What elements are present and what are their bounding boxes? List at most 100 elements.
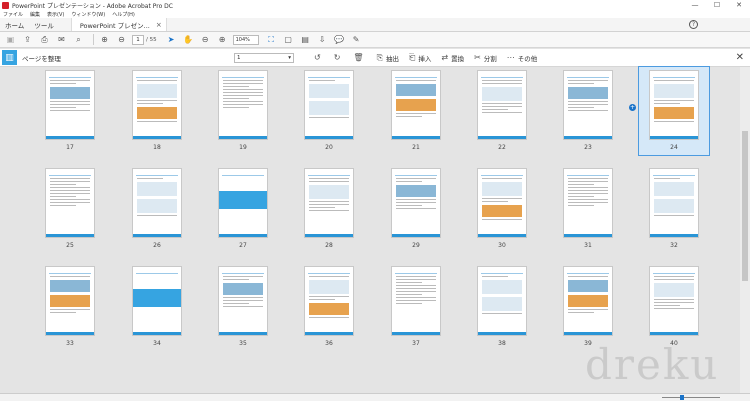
more-button[interactable]: ⋯ その他 [507, 53, 538, 63]
page-thumbnail[interactable] [391, 168, 441, 238]
zoom-out-icon[interactable]: ⊖ [199, 33, 212, 46]
rotate-left-icon: ↺ [314, 53, 321, 62]
chevron-down-icon: ▾ [288, 54, 291, 61]
highlight-icon[interactable]: ✎ [350, 33, 363, 46]
page-thumbnail[interactable] [218, 266, 268, 336]
slider-handle[interactable] [680, 395, 684, 400]
upload-icon[interactable]: ⇪ [21, 33, 34, 46]
replace-icon: ⇄ [441, 53, 449, 62]
hand-tool-icon[interactable]: ✋ [182, 33, 195, 46]
previous-page-icon[interactable]: ⊕ [98, 33, 111, 46]
page-thumbnail[interactable] [563, 168, 613, 238]
trash-icon: 🗑 [353, 53, 364, 62]
scissors-icon: ✂ [474, 53, 481, 62]
page-number-label: 32 [670, 242, 678, 249]
page-thumbnail[interactable] [563, 266, 613, 336]
page-thumbnail[interactable] [391, 266, 441, 336]
split-button[interactable]: ✂ 分割 [474, 53, 497, 63]
page-number-input[interactable]: 1 [132, 34, 144, 45]
help-icon[interactable]: ? [689, 20, 698, 29]
thumbnail-size-slider[interactable] [662, 397, 720, 398]
close-tab-icon[interactable]: × [156, 21, 162, 29]
page-thumbnail[interactable] [132, 266, 182, 336]
menu-view[interactable]: 表示(V) [47, 11, 64, 18]
extract-button[interactable]: ⎘ 抽出 [377, 53, 399, 63]
page-thumbnail[interactable] [132, 70, 182, 140]
tab-tools[interactable]: ツール [29, 18, 59, 31]
close-window-button[interactable]: ✕ [728, 0, 750, 10]
title-bar: PowerPoint プレゼンテーション - Adobe Acrobat Pro… [0, 0, 750, 10]
save-icon[interactable]: ▣ [4, 33, 17, 46]
organize-pages-icon[interactable]: ▥ [2, 50, 17, 65]
menu-help[interactable]: ヘルプ(H) [112, 11, 135, 18]
print-icon[interactable]: ⎙ [38, 33, 51, 46]
page-thumbnail[interactable] [649, 168, 699, 238]
select-tool-icon[interactable]: ➤ [165, 33, 178, 46]
scroll-mode-icon[interactable]: ⇩ [316, 33, 329, 46]
page-number-label: 31 [584, 242, 592, 249]
maximize-button[interactable]: ☐ [706, 0, 728, 10]
more-label: その他 [517, 54, 538, 63]
insert-page-icon[interactable]: + [629, 104, 636, 111]
page-thumbnail[interactable] [45, 168, 95, 238]
main-toolbar: ▣ ⇪ ⎙ ✉ ⌕ ⊕ ⊖ 1 / 55 ➤ ✋ ⊖ ⊕ 104% ⛶ ▢ ▤ … [0, 32, 750, 48]
page-thumbnail[interactable] [304, 168, 354, 238]
replace-button[interactable]: ⇄ 置換 [441, 53, 464, 63]
fit-page-icon[interactable]: ⛶ [265, 33, 278, 46]
page-thumbnail[interactable] [477, 266, 527, 336]
close-organize-icon[interactable]: ✕ [736, 52, 744, 63]
zoom-in-icon[interactable]: ⊕ [216, 33, 229, 46]
page-thumbnail[interactable] [649, 266, 699, 336]
rotate-right-button[interactable]: ↻ [334, 53, 344, 62]
page-number-label: 25 [66, 242, 74, 249]
comment-icon[interactable]: 💬 [333, 33, 346, 46]
rotate-left-button[interactable]: ↺ [314, 53, 324, 62]
page-number-label: 26 [153, 242, 161, 249]
page-thumbnail[interactable] [563, 70, 613, 140]
page-thumbnail[interactable] [218, 70, 268, 140]
insert-button[interactable]: ⎗ 挿入 [409, 53, 431, 63]
page-range-value: 1 [237, 54, 241, 61]
page-thumbnail[interactable] [45, 70, 95, 140]
page-thumbnail[interactable] [649, 70, 699, 140]
page-number-label: 38 [498, 340, 506, 347]
read-mode-icon[interactable]: ▤ [299, 33, 312, 46]
page-number-label: 20 [325, 144, 333, 151]
page-thumbnail[interactable] [304, 70, 354, 140]
tab-bar: ホーム ツール PowerPoint プレゼン... × ? [0, 18, 750, 32]
insert-icon: ⎗ [408, 52, 416, 62]
page-thumbnail[interactable] [45, 266, 95, 336]
next-page-icon[interactable]: ⊖ [115, 33, 128, 46]
organize-pages-bar: ▥ ページを整理 1 ▾ ↺ ↻ 🗑 ⎘ 抽出 ⎗ 挿入 ⇄ 置換 ✂ 分割 ⋯ その他 … [0, 49, 750, 67]
organize-pages-title[interactable]: ページを整理 [22, 53, 234, 63]
vertical-scrollbar[interactable] [740, 67, 750, 393]
tab-document[interactable]: PowerPoint プレゼン... × [70, 18, 167, 31]
acrobat-logo-icon [2, 1, 9, 9]
scrollbar-thumb[interactable] [742, 131, 748, 281]
menu-window[interactable]: ウィンドウ(W) [71, 11, 105, 18]
tab-home[interactable]: ホーム [0, 18, 29, 31]
minimize-button[interactable]: — [684, 0, 706, 10]
page-thumbnail[interactable] [477, 168, 527, 238]
page-thumbnail[interactable] [132, 168, 182, 238]
page-number-label: 23 [584, 144, 592, 151]
menu-file[interactable]: ファイル [3, 11, 23, 18]
menu-edit[interactable]: 編集 [30, 11, 40, 18]
full-screen-icon[interactable]: ▢ [282, 33, 295, 46]
page-thumbnail[interactable] [477, 70, 527, 140]
zoom-level-select[interactable]: 104% [232, 34, 259, 45]
page-thumbnail[interactable] [304, 266, 354, 336]
page-thumbnail[interactable] [391, 70, 441, 140]
page-number-label: 33 [66, 340, 74, 347]
search-icon[interactable]: ⌕ [72, 33, 85, 46]
extract-label: 抽出 [385, 54, 399, 63]
delete-button[interactable]: 🗑 [353, 53, 366, 62]
page-number-label: 36 [325, 340, 333, 347]
page-number-label: 18 [153, 144, 161, 151]
email-icon[interactable]: ✉ [55, 33, 68, 46]
page-range-select[interactable]: 1 ▾ [234, 52, 294, 63]
menu-bar: ファイル 編集 表示(V) ウィンドウ(W) ヘルプ(H) [0, 10, 750, 18]
page-number-label: 19 [239, 144, 247, 151]
page-thumbnail[interactable] [218, 168, 268, 238]
status-bar [0, 393, 750, 401]
